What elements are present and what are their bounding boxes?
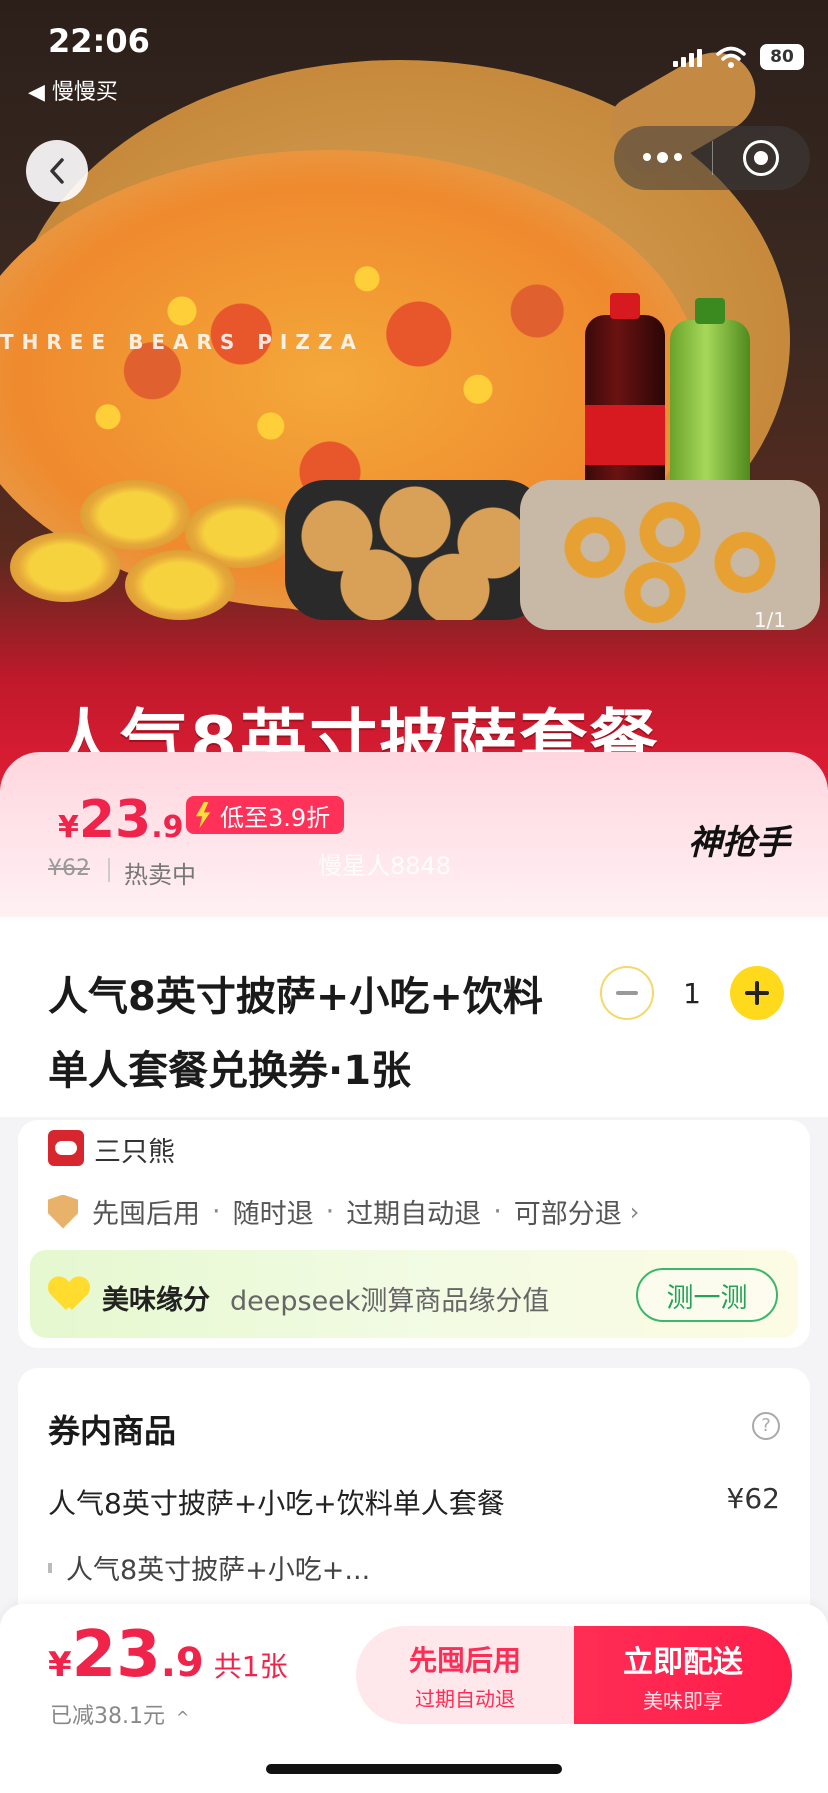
discount-text: 低至3.9折 xyxy=(220,803,331,832)
miniprogram-capsule xyxy=(614,126,810,190)
guarantee-item: 先囤后用 xyxy=(92,1199,200,1230)
sales-status: 热卖中 xyxy=(124,861,196,889)
shop-logo xyxy=(48,1130,84,1166)
brand-watermark: THREE BEARS PIZZA xyxy=(0,330,364,354)
cola-bottle xyxy=(585,293,665,505)
separator-dot: · xyxy=(212,1196,221,1227)
decrease-quantity-button[interactable] xyxy=(600,966,654,1020)
buy-later-button[interactable]: 先囤后用 过期自动退 xyxy=(356,1626,574,1724)
price-decimal: .9 xyxy=(151,810,184,845)
fate-title: 美味缘分 xyxy=(102,1285,210,1316)
deal-price: ¥ 23 .9 xyxy=(58,790,184,850)
chevron-left-icon xyxy=(50,158,64,184)
quantity-value: 1 xyxy=(683,976,701,1010)
battery-icon: 80 xyxy=(760,44,804,70)
voucher-item-price: ¥62 xyxy=(726,1482,780,1515)
total-price-decimal: .9 xyxy=(160,1640,204,1686)
product-title: 人气8英寸披萨+小吃+饮料单人套餐兑换券·1张 xyxy=(48,974,543,1094)
buy-later-title: 先囤后用 xyxy=(408,1643,521,1677)
more-dots-icon xyxy=(643,152,683,163)
guarantee-item: 过期自动退 xyxy=(346,1199,482,1230)
deliver-now-title: 立即配送 xyxy=(623,1644,743,1680)
original-price: ¥62 xyxy=(48,856,90,881)
more-button[interactable] xyxy=(614,126,712,190)
separator-dot: · xyxy=(325,1196,335,1227)
voucher-sub-item-text: 人气8英寸披萨+小吃+... xyxy=(66,1555,371,1586)
product-hero-image[interactable]: THREE BEARS PIZZA 1/1 xyxy=(0,0,828,790)
currency-symbol: ¥ xyxy=(48,1645,72,1685)
lightning-icon xyxy=(195,802,211,828)
help-icon[interactable]: ? xyxy=(752,1412,780,1440)
voucher-item-name: 人气8英寸披萨+小吃+饮料单人套餐 xyxy=(48,1487,505,1520)
back-to-app-link[interactable]: ◀ 慢慢买 xyxy=(28,74,118,106)
savings-text: 已减38.1元 xyxy=(50,1704,165,1729)
image-counter: 1/1 xyxy=(753,608,786,632)
home-indicator[interactable] xyxy=(266,1764,562,1774)
chicken-nuggets xyxy=(285,480,545,620)
price-divider xyxy=(108,858,110,882)
shop-name[interactable]: 三只熊 xyxy=(94,1130,175,1169)
chevron-right-icon: › xyxy=(629,1197,640,1226)
guarantee-item: 随时退 xyxy=(232,1199,314,1230)
wifi-icon xyxy=(716,46,746,68)
close-miniprogram-button[interactable] xyxy=(713,126,811,190)
discount-badge: 低至3.9折 xyxy=(186,796,345,834)
savings-detail[interactable]: 已减38.1元 ^ xyxy=(50,1698,189,1730)
fate-description: deepseek测算商品缘分值 xyxy=(230,1286,550,1317)
price-integer: 23 xyxy=(78,790,152,850)
currency-symbol: ¥ xyxy=(58,810,79,845)
total-price: ¥ 23 .9 共1张 xyxy=(48,1618,288,1692)
service-guarantees[interactable]: 先囤后用 · 随时退 · 过期自动退 · 可部分退 › xyxy=(48,1192,639,1231)
fate-test-button[interactable]: 测一测 xyxy=(636,1268,778,1322)
voucher-sub-item: 人气8英寸披萨+小吃+... xyxy=(48,1548,370,1587)
target-icon xyxy=(743,140,780,176)
program-logo: 神抢手 xyxy=(688,823,790,863)
back-button[interactable] xyxy=(26,140,88,202)
guarantee-item: 可部分退 xyxy=(513,1199,622,1230)
separator-dot: · xyxy=(493,1196,502,1227)
total-count: 共1张 xyxy=(213,1650,288,1683)
heart-icon xyxy=(50,1278,88,1312)
voucher-section-title: 券内商品 xyxy=(48,1412,177,1450)
bullet-icon xyxy=(48,1562,52,1573)
deliver-now-subtitle: 美味即享 xyxy=(643,1688,723,1713)
increase-quantity-button[interactable] xyxy=(730,966,784,1020)
egg-tarts xyxy=(0,470,300,620)
shield-icon xyxy=(48,1194,78,1229)
quantity-stepper: 1 xyxy=(600,966,784,1020)
user-watermark: 慢星人8848 xyxy=(318,852,452,880)
status-icons: 80 xyxy=(673,44,804,70)
status-time: 22:06 xyxy=(48,22,150,60)
signal-icon xyxy=(673,47,702,67)
purchase-buttons: 先囤后用 过期自动退 立即配送 美味即享 xyxy=(356,1626,792,1724)
buy-later-subtitle: 过期自动退 xyxy=(415,1686,515,1711)
deliver-now-button[interactable]: 立即配送 美味即享 xyxy=(574,1626,792,1724)
chevron-up-icon: ^ xyxy=(176,1708,190,1727)
total-price-integer: 23 xyxy=(71,1618,161,1692)
